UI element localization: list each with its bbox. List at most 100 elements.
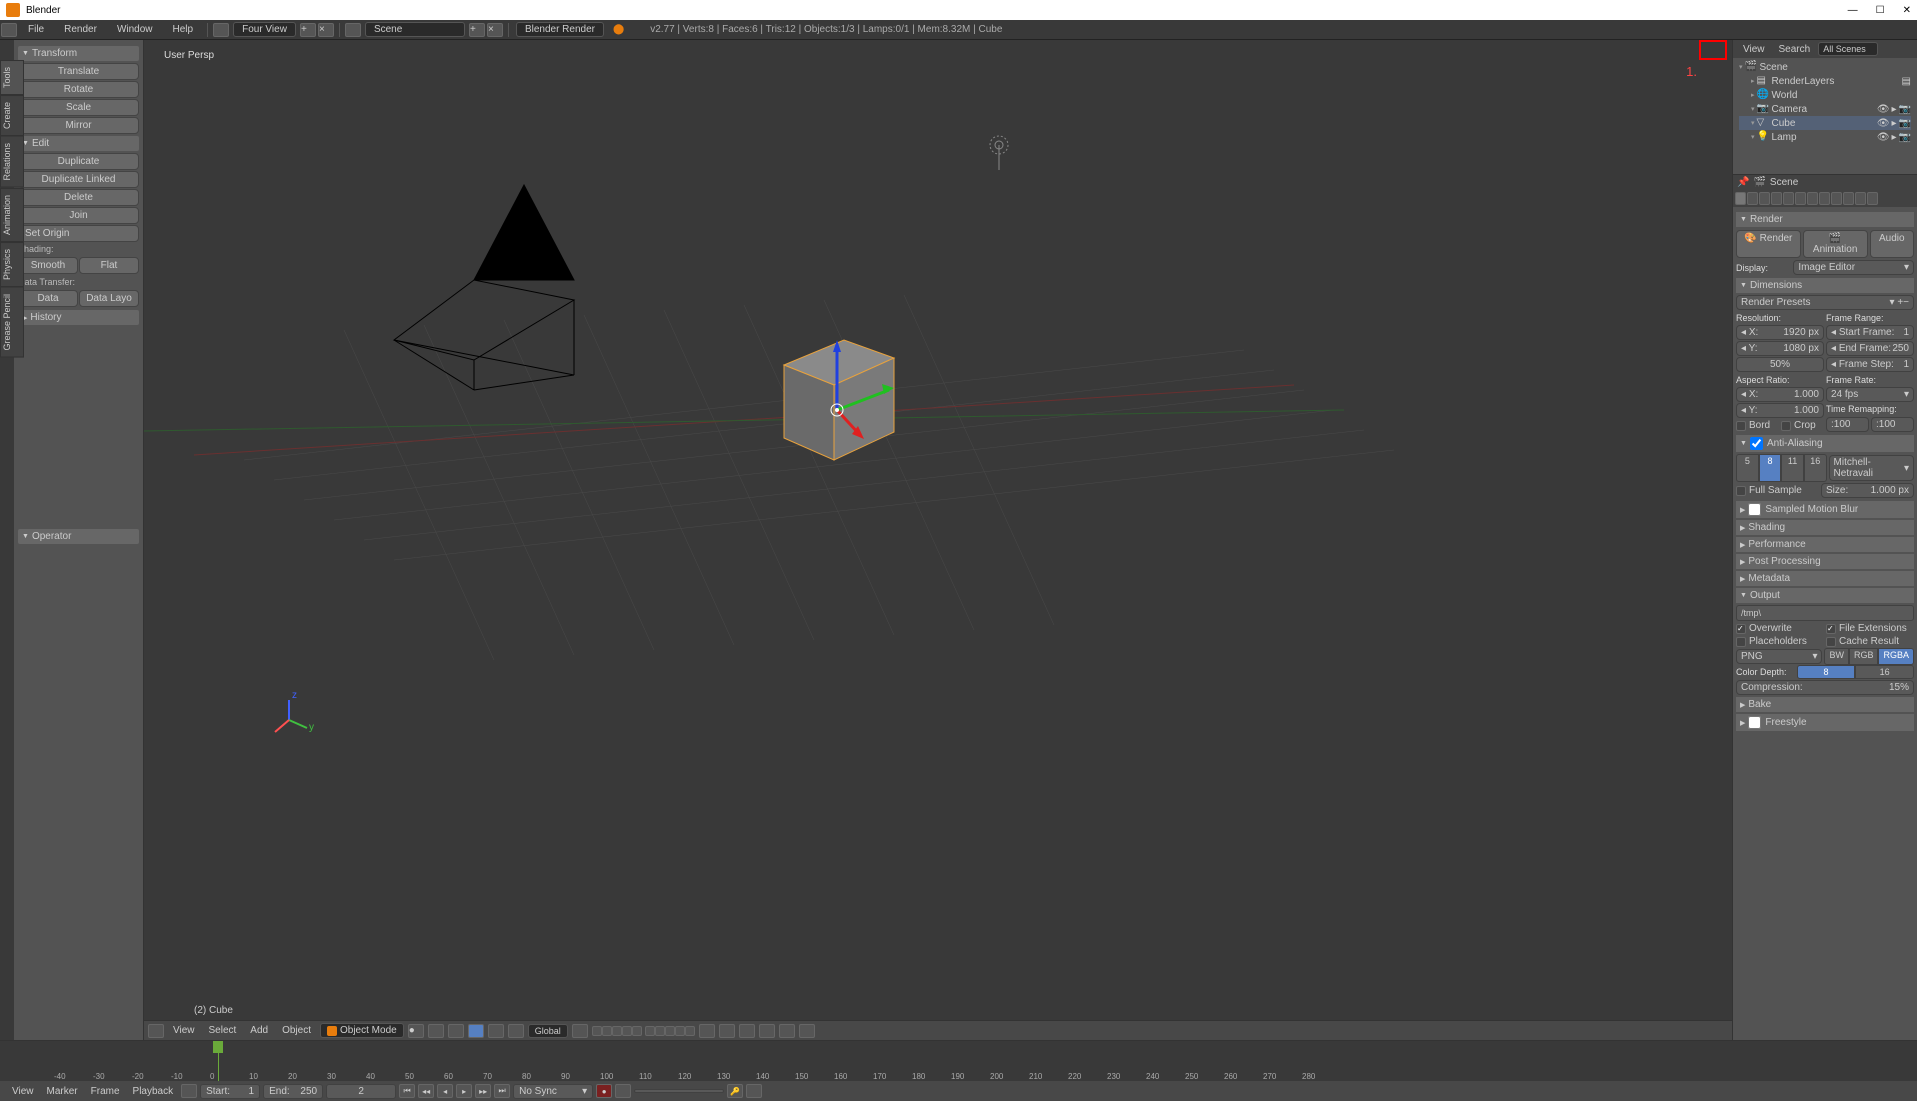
menu-file[interactable]: File bbox=[18, 24, 54, 35]
ptab-renderlayers[interactable] bbox=[1747, 192, 1758, 205]
scene-name[interactable]: Scene bbox=[1770, 177, 1798, 188]
tree-node-cube[interactable]: ▾▽Cube👁▸📷 bbox=[1739, 116, 1911, 130]
aspect-y-field[interactable]: ◂ Y:1.000 bbox=[1736, 403, 1824, 418]
remap-new-field[interactable]: :100 bbox=[1871, 417, 1914, 432]
tab-physics[interactable]: Physics bbox=[0, 242, 24, 287]
remove-layout-button[interactable]: × bbox=[318, 23, 334, 37]
color-depth-segmented[interactable]: 8 16 bbox=[1797, 665, 1914, 679]
scene-dropdown[interactable]: Scene bbox=[365, 22, 465, 37]
manipulator-rotate-icon[interactable] bbox=[488, 1024, 504, 1038]
snap-target-icon[interactable] bbox=[739, 1024, 755, 1038]
transform-header[interactable]: Transform bbox=[18, 46, 139, 61]
res-y-field[interactable]: ◂ Y:1080 px bbox=[1736, 341, 1824, 356]
timeline-ruler[interactable]: -40-30-20-100102030405060708090100110120… bbox=[0, 1041, 1917, 1081]
next-keyframe-button[interactable]: ▸▸ bbox=[475, 1084, 491, 1098]
aspect-x-field[interactable]: ◂ X:1.000 bbox=[1736, 387, 1824, 402]
freestyle-header[interactable]: Freestyle bbox=[1736, 714, 1914, 731]
ptab-particles[interactable] bbox=[1855, 192, 1866, 205]
frame-step-field[interactable]: ◂ Frame Step:1 bbox=[1826, 357, 1914, 372]
current-frame-field[interactable]: 2 bbox=[326, 1084, 396, 1099]
animation-button[interactable]: 🎬 Animation bbox=[1803, 230, 1868, 258]
shading-solid-icon[interactable]: ● bbox=[408, 1024, 424, 1038]
tree-node-renderlayers[interactable]: ▸▤RenderLayers▤ bbox=[1739, 74, 1911, 88]
postprocessing-header[interactable]: Post Processing bbox=[1736, 554, 1914, 569]
keying-set-dropdown[interactable] bbox=[634, 1089, 724, 1093]
layers-button[interactable] bbox=[572, 1024, 588, 1038]
rotate-button[interactable]: Rotate bbox=[18, 81, 139, 98]
editor-type-icon[interactable] bbox=[1, 23, 17, 37]
frame-rate-dropdown[interactable]: 24 fps▾ bbox=[1826, 387, 1914, 402]
lock-camera-icon[interactable] bbox=[699, 1024, 715, 1038]
viewport-3d[interactable]: User Persp bbox=[144, 40, 1732, 1040]
aa-size-field[interactable]: Size:1.000 px bbox=[1821, 483, 1914, 498]
add-scene-button[interactable]: + bbox=[469, 23, 485, 37]
cache-checkbox[interactable]: Cache Result bbox=[1826, 636, 1914, 647]
scene-icon[interactable] bbox=[345, 23, 361, 37]
tab-animation[interactable]: Animation bbox=[0, 188, 24, 242]
maximize-button[interactable]: ☐ bbox=[1876, 5, 1885, 16]
layout-icon[interactable] bbox=[213, 23, 229, 37]
menu-view[interactable]: View bbox=[168, 1025, 200, 1036]
snap-icon[interactable] bbox=[719, 1024, 735, 1038]
editor-type-3d-icon[interactable] bbox=[148, 1024, 164, 1038]
engine-dropdown[interactable]: Blender Render bbox=[516, 22, 604, 37]
tree-node-scene[interactable]: ▾🎬Scene bbox=[1739, 60, 1911, 74]
sync-dropdown[interactable]: No Sync▾ bbox=[513, 1084, 593, 1099]
tab-create[interactable]: Create bbox=[0, 95, 24, 136]
keying-set-icon[interactable] bbox=[615, 1084, 631, 1098]
jump-end-button[interactable]: ⏭ bbox=[494, 1084, 510, 1098]
translate-button[interactable]: Translate bbox=[18, 63, 139, 80]
duplicate-button[interactable]: Duplicate bbox=[18, 153, 139, 170]
operator-header[interactable]: Operator bbox=[18, 529, 139, 544]
menu-add[interactable]: Add bbox=[245, 1025, 273, 1036]
smooth-button[interactable]: Smooth bbox=[18, 257, 78, 274]
shading-header[interactable]: Shading bbox=[1736, 520, 1914, 535]
border-checkbox[interactable]: Bord bbox=[1736, 420, 1779, 431]
close-button[interactable]: ✕ bbox=[1903, 5, 1911, 16]
dimensions-header[interactable]: Dimensions bbox=[1736, 278, 1914, 293]
mode-dropdown[interactable]: Object Mode bbox=[320, 1023, 404, 1038]
scale-button[interactable]: Scale bbox=[18, 99, 139, 116]
placeholders-checkbox[interactable]: Placeholders bbox=[1736, 636, 1824, 647]
tl-menu-marker[interactable]: Marker bbox=[42, 1086, 83, 1097]
play-reverse-button[interactable]: ◂ bbox=[437, 1084, 453, 1098]
aa-samples-segmented[interactable]: 5 8 11 16 bbox=[1736, 454, 1827, 482]
jump-start-button[interactable]: ⏮ bbox=[399, 1084, 415, 1098]
output-path-field[interactable]: /tmp\ bbox=[1736, 605, 1914, 621]
ptab-data[interactable] bbox=[1819, 192, 1830, 205]
manipulator-toggle-icon[interactable] bbox=[448, 1024, 464, 1038]
ptab-render[interactable] bbox=[1735, 192, 1746, 205]
duplicate-linked-button[interactable]: Duplicate Linked bbox=[18, 171, 139, 188]
render-preview-icon[interactable] bbox=[779, 1024, 795, 1038]
render-button[interactable]: 🎨 Render bbox=[1736, 230, 1801, 258]
ptab-constraints[interactable] bbox=[1795, 192, 1806, 205]
end-frame-field[interactable]: ◂ End Frame:250 bbox=[1826, 341, 1914, 356]
tl-menu-frame[interactable]: Frame bbox=[86, 1086, 125, 1097]
aa-header[interactable]: Anti-Aliasing bbox=[1736, 435, 1914, 452]
tree-node-world[interactable]: ▸🌐World bbox=[1739, 88, 1911, 102]
delete-button[interactable]: Delete bbox=[18, 189, 139, 206]
flat-button[interactable]: Flat bbox=[79, 257, 139, 274]
output-header[interactable]: Output bbox=[1736, 588, 1914, 603]
tree-node-lamp[interactable]: ▾💡Lamp👁▸📷 bbox=[1739, 130, 1911, 144]
start-field[interactable]: Start:1 bbox=[200, 1084, 260, 1099]
add-layout-button[interactable]: + bbox=[300, 23, 316, 37]
prev-keyframe-button[interactable]: ◂◂ bbox=[418, 1084, 434, 1098]
render-anim-icon[interactable] bbox=[799, 1024, 815, 1038]
render-presets-dropdown[interactable]: Render Presets▾ +− bbox=[1736, 295, 1914, 310]
compression-field[interactable]: Compression:15% bbox=[1736, 680, 1914, 695]
menu-object[interactable]: Object bbox=[277, 1025, 316, 1036]
aa-filter-dropdown[interactable]: Mitchell-Netravali▾ bbox=[1829, 455, 1914, 481]
menu-select[interactable]: Select bbox=[204, 1025, 242, 1036]
outliner-view[interactable]: View bbox=[1737, 44, 1771, 55]
tl-menu-view[interactable]: View bbox=[7, 1086, 39, 1097]
display-dropdown[interactable]: Image Editor▾ bbox=[1793, 260, 1914, 275]
edit-header[interactable]: Edit bbox=[18, 136, 139, 151]
full-sample-checkbox[interactable]: Full Sample bbox=[1736, 483, 1819, 498]
start-frame-field[interactable]: ◂ Start Frame:1 bbox=[1826, 325, 1914, 340]
manipulator-scale-icon[interactable] bbox=[508, 1024, 524, 1038]
screen-layout-dropdown[interactable]: Four View bbox=[233, 22, 296, 37]
manipulator-translate-icon[interactable] bbox=[468, 1024, 484, 1038]
ptab-world[interactable] bbox=[1771, 192, 1782, 205]
overwrite-checkbox[interactable]: Overwrite bbox=[1736, 623, 1824, 634]
